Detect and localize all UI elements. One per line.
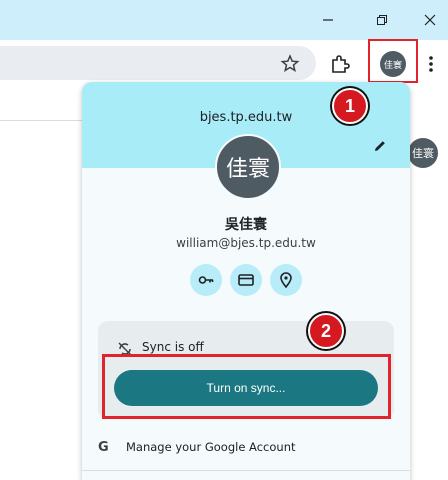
step-marker-1: 1 — [332, 88, 368, 124]
profile-panel: bjes.tp.edu.tw 佳寰 吳佳寰 william@bjes.tp.ed… — [82, 82, 410, 480]
account-email: william@bjes.tp.edu.tw — [176, 236, 316, 250]
account-avatar: 佳寰 — [215, 134, 281, 200]
google-icon: G — [98, 440, 109, 455]
account-name: 吳佳寰 — [225, 217, 267, 233]
turn-on-sync-button[interactable]: Turn on sync... — [114, 370, 378, 406]
edit-pencil-icon[interactable] — [372, 138, 388, 154]
sync-status: Sync is off — [142, 340, 204, 354]
payment-methods-button[interactable] — [230, 264, 262, 296]
manage-account-link[interactable]: Manage your Google Account — [126, 440, 296, 454]
extensions-puzzle-icon[interactable] — [328, 52, 352, 76]
location-icon — [280, 272, 292, 289]
bookmark-star-icon[interactable] — [278, 52, 302, 76]
close-icon — [424, 14, 436, 26]
close-button[interactable] — [415, 6, 445, 34]
card-icon — [238, 274, 254, 286]
step-marker-2: 2 — [308, 313, 344, 349]
passwords-button[interactable] — [190, 264, 222, 296]
page-avatar: 佳寰 — [408, 138, 438, 168]
restore-button[interactable] — [367, 6, 397, 34]
key-icon — [198, 276, 214, 284]
profile-avatar[interactable]: 佳寰 — [380, 51, 406, 77]
panel-divider — [82, 470, 410, 471]
restore-icon — [377, 15, 387, 25]
menu-dots-icon[interactable] — [424, 52, 438, 76]
address-bar[interactable] — [0, 46, 316, 80]
minimize-button[interactable] — [313, 6, 343, 34]
minimize-icon — [323, 19, 333, 21]
page-divider — [0, 120, 82, 121]
addresses-button[interactable] — [270, 264, 302, 296]
